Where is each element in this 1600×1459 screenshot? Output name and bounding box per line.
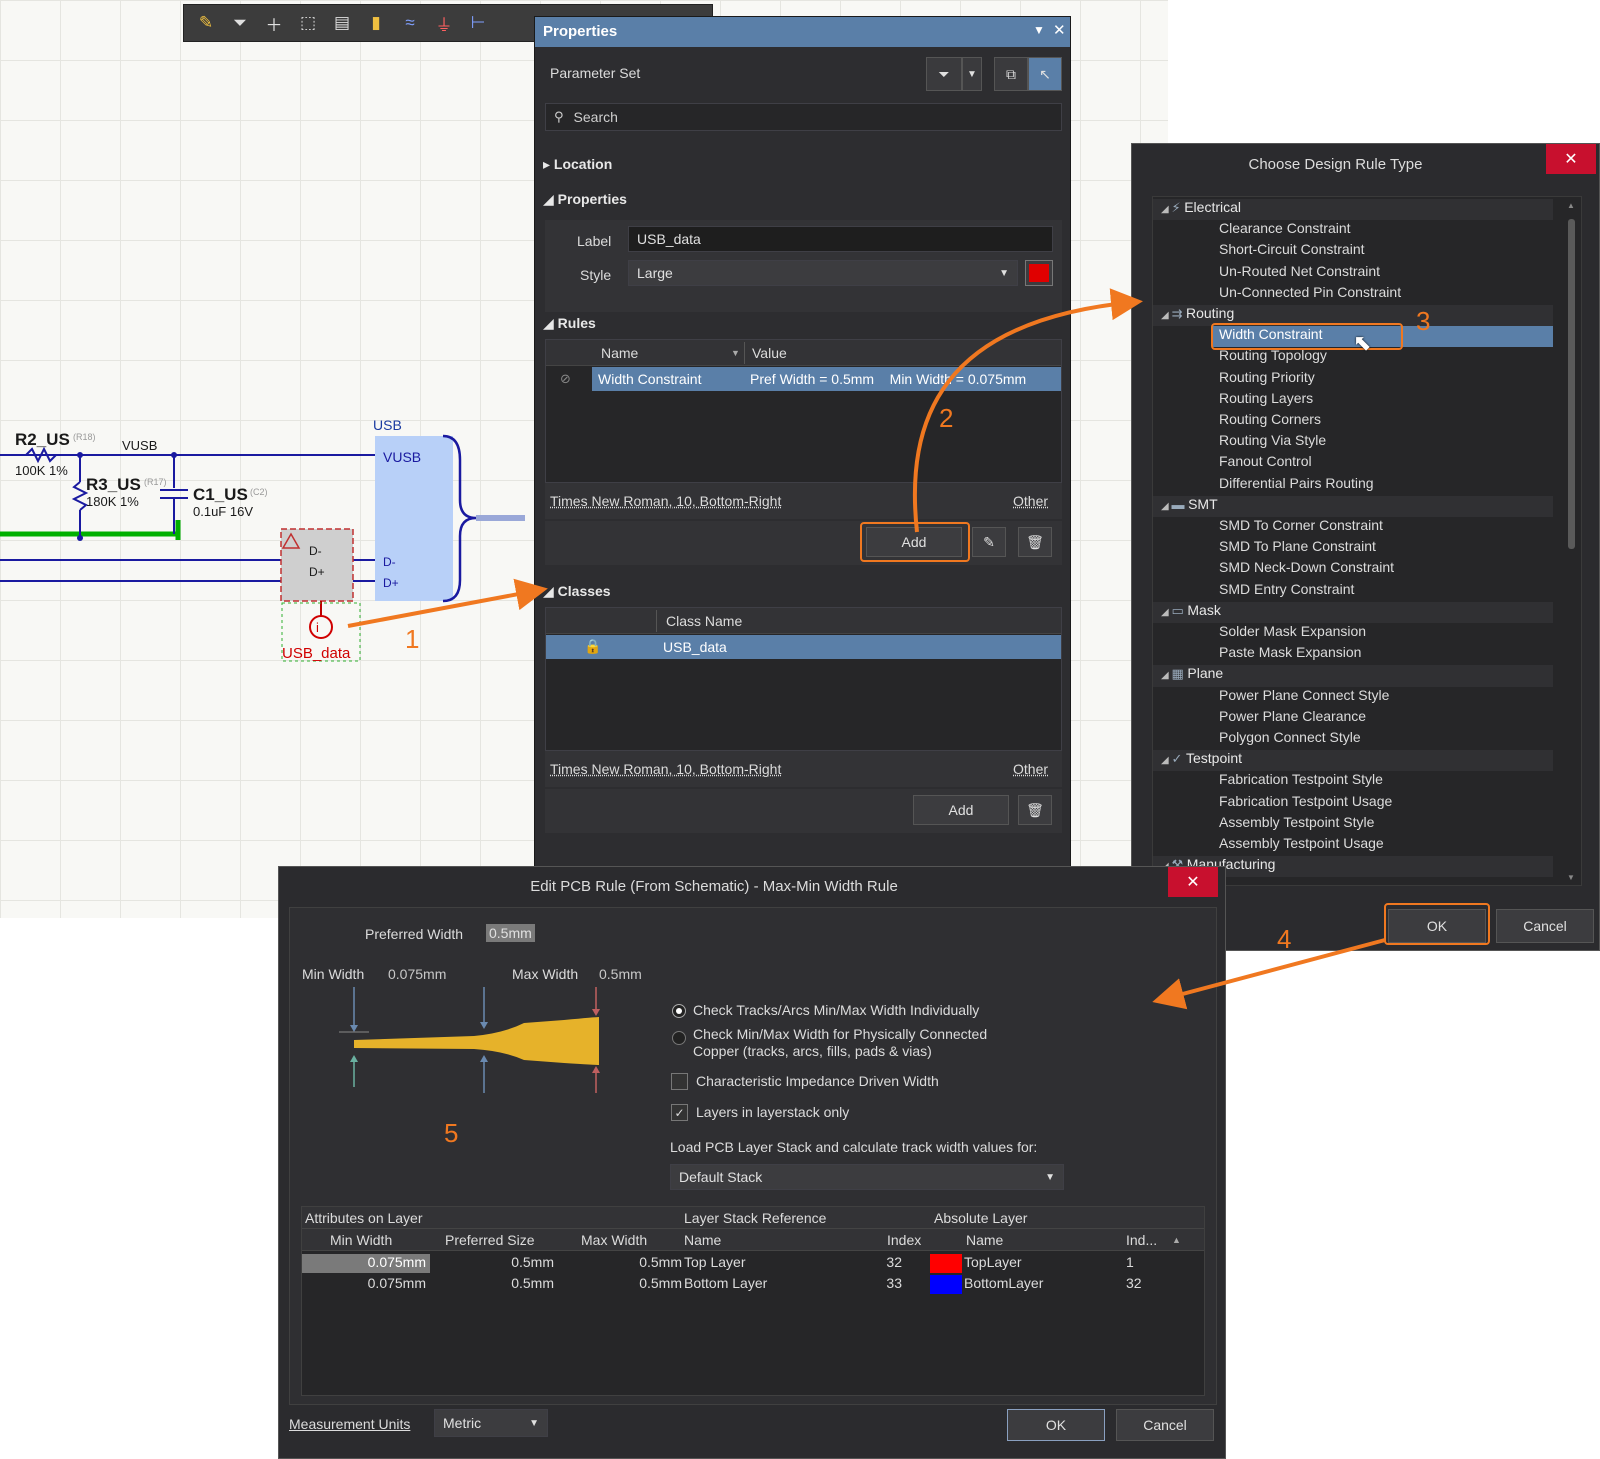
annotation-number-2: 2 [939,403,954,433]
annotation-number-5: 5 [444,1118,459,1148]
annotation-number-4: 4 [1277,924,1292,954]
annotation-number-3: 3 [1416,306,1431,336]
annotation-arrows [347,288,1386,1010]
annotation-number-1: 1 [405,624,420,654]
